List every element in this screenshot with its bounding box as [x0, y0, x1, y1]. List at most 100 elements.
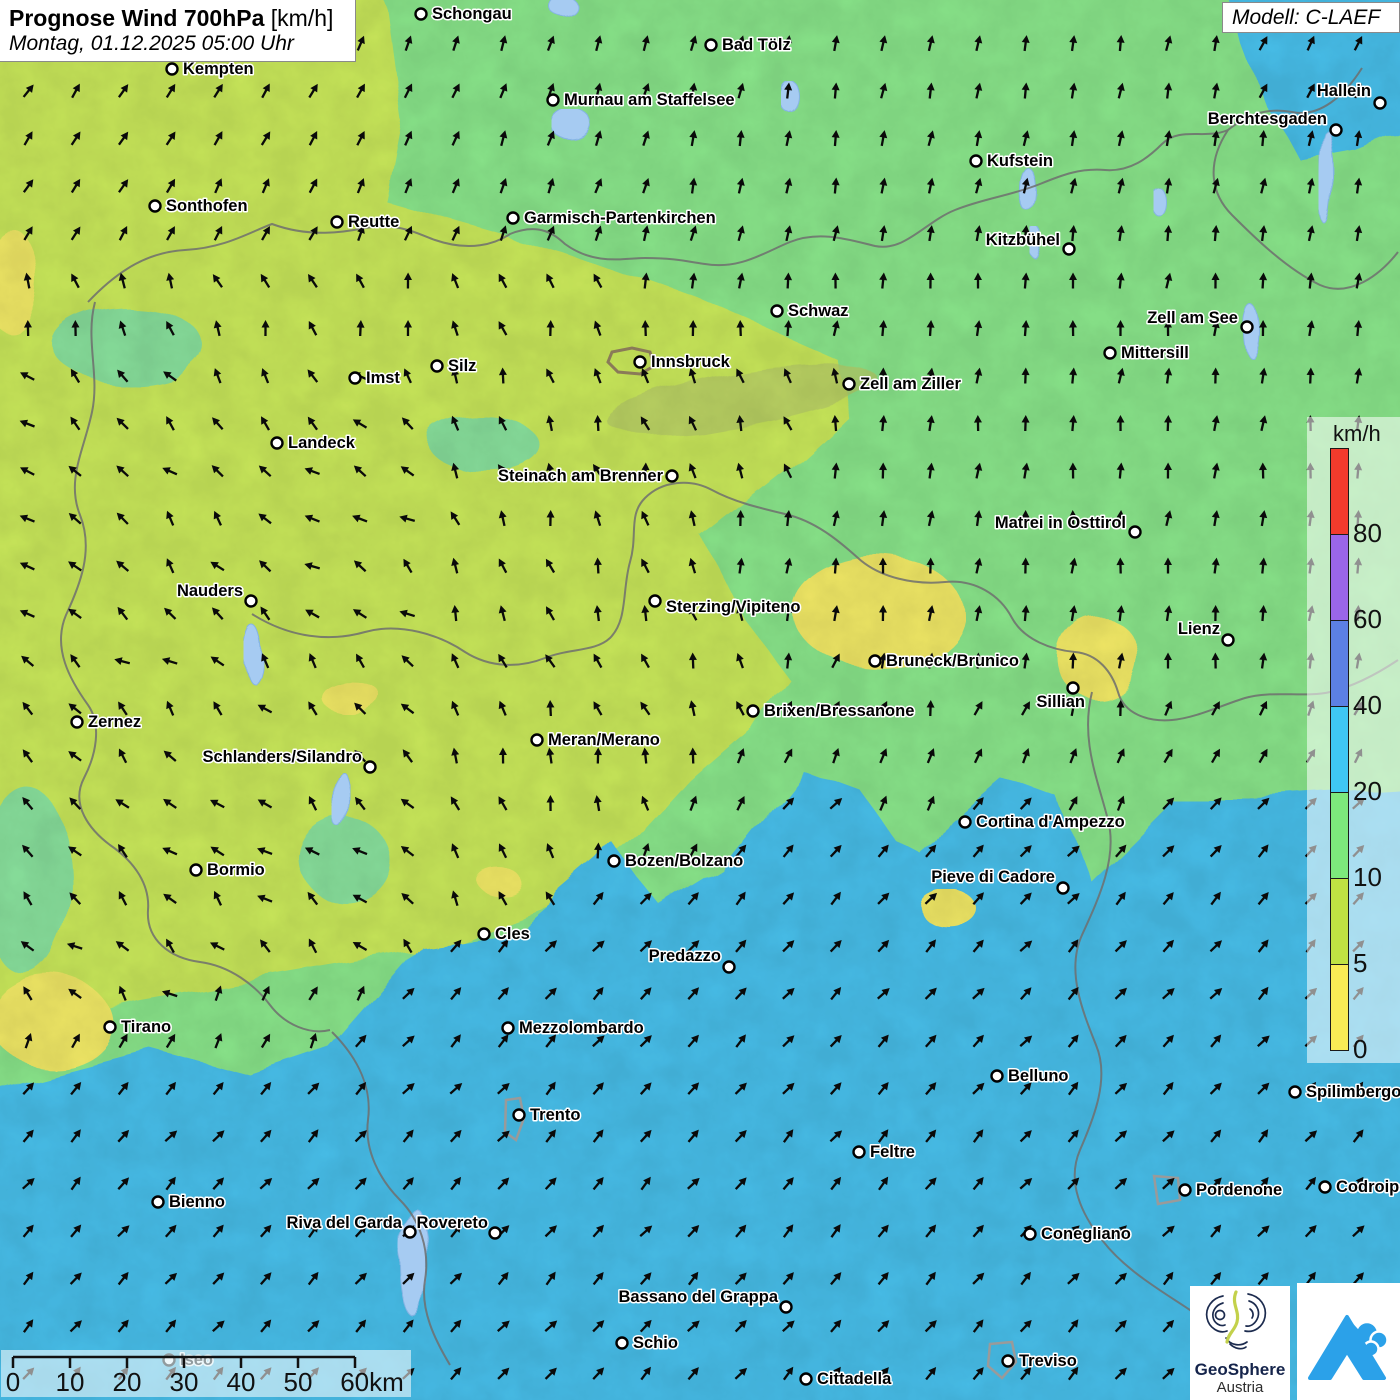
legend-panel: km/h 806040201050	[1307, 417, 1400, 1063]
city-marker	[781, 1302, 792, 1313]
city-label: Steinach am Brenner	[498, 467, 664, 485]
city-marker	[1320, 1182, 1331, 1193]
city-marker	[1130, 527, 1141, 538]
model-label: Modell: C-LAEF	[1232, 6, 1380, 29]
city: Sterzing/Vipiteno	[650, 596, 801, 617]
legend-swatch-20	[1330, 706, 1349, 793]
city-label: Sonthofen	[166, 197, 248, 215]
city-marker	[1375, 98, 1386, 109]
city-marker	[532, 735, 543, 746]
city-label: Schwaz	[788, 302, 849, 320]
city-marker	[416, 9, 427, 20]
forecast-datetime: Montag, 01.12.2025 05:00 Uhr	[9, 31, 346, 56]
city-marker	[609, 856, 620, 867]
city: Zell am Ziller	[844, 375, 962, 393]
title-bold: Prognose Wind 700hPa	[9, 5, 264, 31]
city-marker	[332, 217, 343, 228]
city: Mezzolombardo	[503, 1019, 644, 1037]
legend-value: 10	[1353, 864, 1399, 890]
city: Spilimbergo	[1290, 1083, 1400, 1101]
city-marker	[1105, 348, 1116, 359]
city-marker	[724, 962, 735, 973]
city: Meran/Merano	[532, 731, 660, 749]
city-label: Matrei in Osttirol	[995, 514, 1126, 532]
city-label: Schlanders/Silandro	[202, 748, 362, 766]
city-label: Bad Tölz	[722, 36, 791, 54]
city-marker	[405, 1227, 416, 1238]
mountain-cloud-icon	[1297, 1283, 1400, 1400]
city-marker	[479, 929, 490, 940]
geosphere-logo: GeoSphere Austria	[1190, 1286, 1290, 1400]
city-marker	[508, 213, 519, 224]
geosphere-name: GeoSphere	[1190, 1361, 1290, 1379]
city-label: Kufstein	[987, 152, 1053, 170]
city-marker	[844, 379, 855, 390]
city-label: Murnau am Staffelsee	[564, 91, 735, 109]
city-marker	[635, 357, 646, 368]
city-marker	[748, 706, 759, 717]
city: Conegliano	[1025, 1225, 1131, 1243]
city-label: Landeck	[288, 434, 356, 452]
city-marker	[432, 361, 443, 372]
city: Murnau am Staffelsee	[548, 91, 735, 109]
city-label: Belluno	[1008, 1067, 1069, 1085]
lake	[245, 627, 263, 683]
city-label: Imst	[366, 369, 400, 387]
city-label: Cles	[495, 925, 530, 943]
city-marker	[150, 201, 161, 212]
city-marker	[617, 1338, 628, 1349]
city-label: Silz	[448, 357, 476, 375]
city-marker	[1223, 635, 1234, 646]
city-marker	[650, 596, 661, 607]
lake	[549, 0, 577, 16]
city: Silz	[432, 357, 477, 375]
title-unit: [km/h]	[264, 5, 333, 31]
city-marker	[1025, 1229, 1036, 1240]
city-label: Meran/Merano	[548, 731, 660, 749]
city-marker	[272, 438, 283, 449]
city-marker	[1242, 322, 1253, 333]
geosphere-app-icon	[1297, 1283, 1400, 1400]
city: Cles	[479, 925, 530, 943]
city-marker	[167, 64, 178, 75]
city-marker	[870, 656, 881, 667]
lake	[1155, 191, 1169, 219]
city-label: Conegliano	[1041, 1225, 1131, 1243]
city-label: Sterzing/Vipiteno	[666, 598, 800, 616]
city-marker	[72, 717, 83, 728]
city-label: Riva del Garda	[286, 1214, 402, 1232]
legend-value: 60	[1353, 606, 1399, 632]
city-label: Mittersill	[1121, 344, 1189, 362]
city-marker	[960, 817, 971, 828]
city-label: Rovereto	[416, 1214, 488, 1232]
city-marker	[1290, 1087, 1301, 1098]
lake	[555, 112, 595, 144]
legend-swatch-60	[1330, 534, 1349, 621]
scale-label: 0	[6, 1367, 20, 1397]
forecast-title-box: Prognose Wind 700hPa [km/h] Montag, 01.1…	[0, 0, 356, 62]
city-marker	[801, 1374, 812, 1385]
geosphere-contour-icon	[1190, 1286, 1290, 1358]
city-marker	[514, 1110, 525, 1121]
city-marker	[706, 40, 717, 51]
city-label: Mezzolombardo	[519, 1019, 644, 1037]
city-label: Kempten	[183, 60, 254, 78]
city-label: Feltre	[870, 1143, 915, 1161]
city: Brixen/Bressanone	[748, 702, 915, 720]
lake	[333, 770, 349, 830]
city-label: Berchtesgaden	[1208, 110, 1327, 128]
city-label: Schio	[633, 1334, 678, 1352]
city-label: Brixen/Bressanone	[764, 702, 914, 720]
scale-label: 60km	[340, 1367, 404, 1397]
scale-bar: 0102030405060km	[1, 1350, 411, 1397]
legend-unit-label: km/h	[1333, 421, 1381, 447]
city-label: Tirano	[121, 1018, 171, 1036]
legend-swatch-40	[1330, 620, 1349, 707]
city-label: Nauders	[177, 582, 243, 600]
city-marker	[191, 865, 202, 876]
city-marker	[246, 596, 257, 607]
city-marker	[548, 95, 559, 106]
model-box: Modell: C-LAEF	[1222, 2, 1400, 33]
city-marker	[350, 373, 361, 384]
legend-swatch-10	[1330, 792, 1349, 879]
